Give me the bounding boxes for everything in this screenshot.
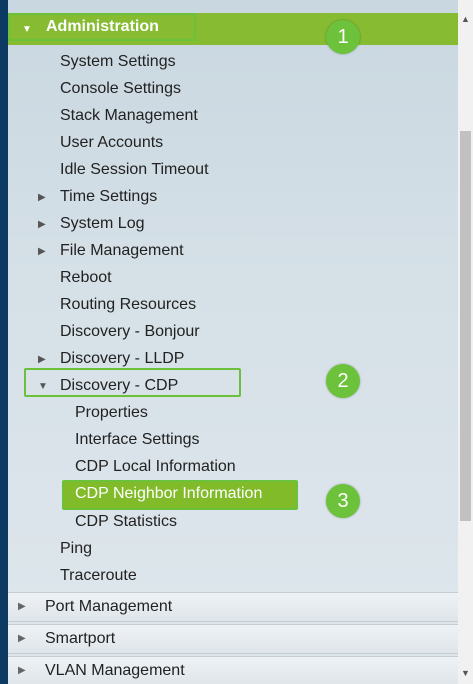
- menu-item-routing-resources[interactable]: Routing Resources: [60, 296, 196, 314]
- menu-item-discovery-lldp[interactable]: Discovery - LLDP: [60, 350, 184, 368]
- section-label: Port Management: [45, 598, 173, 615]
- menu-item-stack-management[interactable]: Stack Management: [60, 107, 198, 125]
- menu-item-console-settings[interactable]: Console Settings: [60, 80, 181, 98]
- collapsed-triangle-icon: ▶: [38, 192, 46, 203]
- menu-item-reboot[interactable]: Reboot: [60, 269, 112, 287]
- administration-highlight-box: [8, 13, 196, 41]
- menu-item-cdp-local-information[interactable]: CDP Local Information: [75, 458, 236, 476]
- menu-item-cdp-neighbor-information[interactable]: CDP Neighbor Information: [75, 485, 262, 503]
- menu-item-user-accounts[interactable]: User Accounts: [60, 134, 163, 152]
- step-badge-3: 3: [326, 484, 360, 518]
- section-smartport[interactable]: ▶ Smartport: [8, 624, 458, 654]
- menu-item-discovery-cdp[interactable]: Discovery - CDP: [60, 377, 178, 395]
- menu-item-interface-settings[interactable]: Interface Settings: [75, 431, 200, 449]
- section-label: Smartport: [45, 630, 116, 647]
- menu-item-ping[interactable]: Ping: [60, 540, 92, 558]
- scroll-down-icon[interactable]: ▼: [461, 668, 470, 678]
- navigation-left-bar: [0, 0, 8, 684]
- vertical-scrollbar[interactable]: ▲ ▼: [458, 0, 473, 684]
- scroll-up-icon[interactable]: ▲: [461, 14, 470, 24]
- expanded-triangle-icon: ▼: [38, 381, 48, 392]
- collapsed-triangle-icon: ▶: [18, 633, 26, 644]
- section-port-management[interactable]: ▶ Port Management: [8, 592, 458, 622]
- menu-item-idle-session-timeout[interactable]: Idle Session Timeout: [60, 161, 209, 179]
- menu-item-time-settings[interactable]: Time Settings: [60, 188, 157, 206]
- navigation-panel: ▼ Administration System Settings Console…: [0, 0, 458, 684]
- section-vlan-management[interactable]: ▶ VLAN Management: [8, 656, 458, 684]
- menu-item-properties[interactable]: Properties: [75, 404, 148, 422]
- collapsed-triangle-icon: ▶: [18, 601, 26, 612]
- scroll-thumb[interactable]: [460, 131, 471, 521]
- collapsed-triangle-icon: ▶: [38, 219, 46, 230]
- collapsed-triangle-icon: ▶: [38, 246, 46, 257]
- menu-item-system-settings[interactable]: System Settings: [60, 53, 176, 71]
- menu-item-discovery-bonjour[interactable]: Discovery - Bonjour: [60, 323, 200, 341]
- step-badge-2: 2: [326, 364, 360, 398]
- menu-item-cdp-statistics[interactable]: CDP Statistics: [75, 513, 177, 531]
- menu-item-file-management[interactable]: File Management: [60, 242, 184, 260]
- menu-item-system-log[interactable]: System Log: [60, 215, 144, 233]
- section-label: VLAN Management: [45, 662, 185, 679]
- collapsed-triangle-icon: ▶: [18, 665, 26, 676]
- menu-item-traceroute[interactable]: Traceroute: [60, 567, 137, 585]
- collapsed-triangle-icon: ▶: [38, 354, 46, 365]
- step-badge-1: 1: [326, 20, 360, 54]
